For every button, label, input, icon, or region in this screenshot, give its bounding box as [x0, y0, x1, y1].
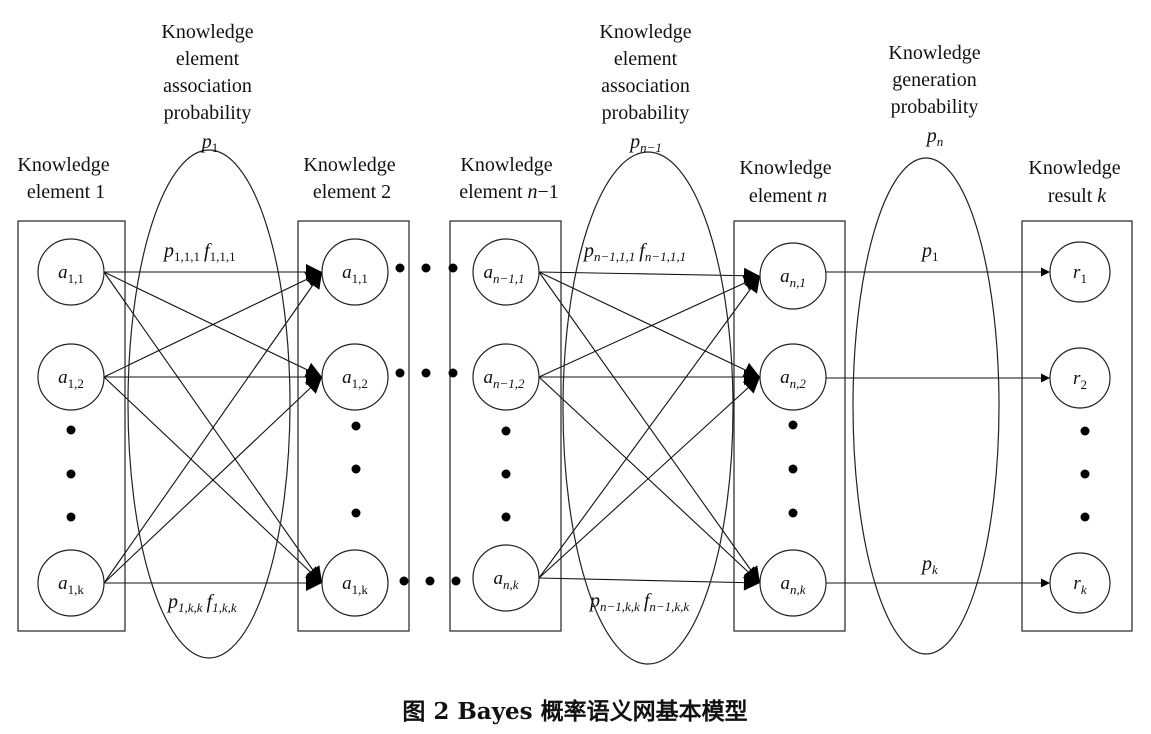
node-a-n-k-col3: an,k [472, 544, 540, 612]
dot [788, 508, 798, 518]
edge-label-pn-1kk-fn-1kk: pn−1,k,k fn−1,k,k [588, 590, 689, 614]
title-knowledge-element-n-1: Knowledge element n−1 [459, 154, 559, 203]
title-knowledge-element-2: Knowledge element 2 [303, 154, 400, 203]
edge-coln1-2-to-coln-3 [538, 376, 761, 584]
title-knowledge-element-n: Knowledge element n [739, 157, 836, 207]
ellipse-generation-probability [852, 157, 1000, 655]
dot [351, 464, 361, 474]
dot [421, 368, 431, 378]
edge-label-pn-111-fn-111: pn−1,1,1 fn−1,1,1 [582, 240, 686, 264]
node-r-k: rk [1049, 552, 1111, 614]
dot [399, 576, 409, 586]
dot [501, 469, 511, 479]
node-a-n-2: an,2 [759, 343, 827, 411]
dot [1080, 469, 1090, 479]
dot [451, 576, 461, 586]
dot [421, 263, 431, 273]
dot [448, 263, 458, 273]
node-a-1-1-col2: a1,1 [321, 238, 389, 306]
dot [1080, 512, 1090, 522]
ellipse2-title: Knowledge element association probabilit… [599, 21, 696, 155]
dot [448, 368, 458, 378]
node-a-n-1: an,1 [759, 242, 827, 310]
ellipse1-title: Knowledge element association probabilit… [161, 21, 258, 155]
dot [501, 426, 511, 436]
edge-coln1-1-to-coln-1 [538, 267, 761, 284]
dot [1080, 426, 1090, 436]
dot [395, 368, 405, 378]
column-n-1-nodes: an−1,1 an−1,2 an,k [472, 238, 540, 612]
node-a-n-k: an,k [759, 549, 827, 617]
node-a-n-1-2: an−1,2 [472, 343, 540, 411]
dot [788, 464, 798, 474]
node-a-1-2: a1,2 [37, 343, 105, 411]
edge-coln1-3-to-coln-3 [538, 574, 761, 591]
edge-label-p1: p1 [920, 240, 939, 264]
dot [788, 420, 798, 430]
title-knowledge-element-1: Knowledge element 1 [17, 154, 114, 203]
node-a-1-k: a1,k [37, 549, 105, 617]
edge-label-pk: pk [920, 553, 938, 577]
dot [395, 263, 405, 273]
node-a-n-1-1: an−1,1 [472, 238, 540, 306]
dot [66, 469, 76, 479]
edge-label-p1kk-f1kk: p1,k,k f1,k,k [166, 591, 237, 615]
dot [425, 576, 435, 586]
ellipsis-dots [66, 263, 1090, 586]
dot [501, 512, 511, 522]
node-r-2: r2 [1049, 347, 1111, 409]
dot [351, 421, 361, 431]
column-result-nodes: r1 r2 rk [1049, 241, 1111, 614]
bayes-semantic-network-diagram: a1,1 a1,2 a1,k a1,1 a1,2 a1,k an−1,1 an−… [17, 21, 1133, 725]
node-r-1: r1 [1049, 241, 1111, 303]
node-a-1-1: a1,1 [37, 238, 105, 306]
ellipse3-title: Knowledge generation probability pn [888, 42, 985, 149]
dot [351, 508, 361, 518]
title-knowledge-result-k: Knowledge result k [1028, 157, 1125, 207]
node-a-1-2-col2: a1,2 [321, 343, 389, 411]
edge-coln1-3-to-coln-1 [538, 275, 761, 579]
dot [66, 425, 76, 435]
ellipse-association-probability-n-1 [562, 151, 734, 665]
edges-group [103, 264, 1050, 591]
ellipse-association-probability-1 [127, 149, 291, 659]
dot [66, 512, 76, 522]
node-a-1-k-col2: a1,k [321, 549, 389, 617]
figure-caption: 图 2 Bayes 概率语义网基本模型 [402, 698, 747, 725]
edge-label-p111-f111: p1,1,1 f1,1,1 [162, 240, 236, 264]
